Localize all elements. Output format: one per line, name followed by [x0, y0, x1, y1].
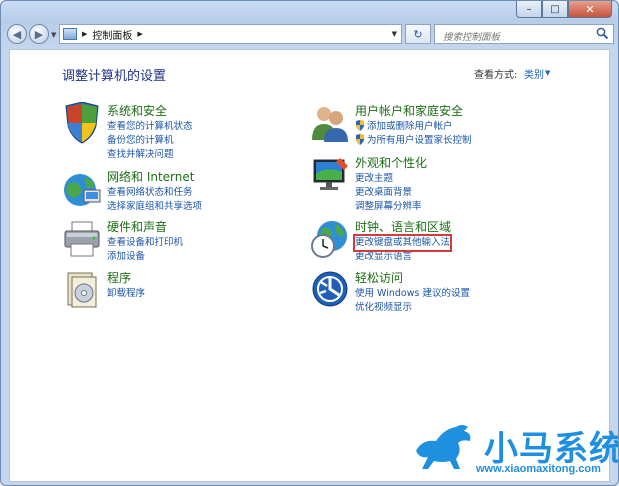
category-title-network-internet[interactable]: 网络和 Internet — [107, 168, 194, 185]
link-adjust-resolution[interactable]: 调整屏幕分辨率 — [355, 200, 422, 214]
category-links: 卸载程序 — [107, 287, 145, 301]
breadcrumb-separator-icon[interactable]: ▶ — [137, 30, 142, 38]
category-links: 查看设备和打印机 添加设备 — [107, 236, 183, 264]
maximize-button[interactable]: □ — [542, 1, 568, 18]
link-change-theme[interactable]: 更改主题 — [355, 172, 422, 186]
watermark: 小马系统 www.xiaomaxitong.com — [412, 415, 618, 485]
address-dropdown-icon[interactable]: ▼ — [392, 30, 397, 38]
recent-pages-dropdown[interactable]: ▼ — [51, 31, 56, 39]
control-panel-icon — [63, 28, 77, 40]
link-change-desktop-background[interactable]: 更改桌面背景 — [355, 186, 422, 200]
link-uninstall-program[interactable]: 卸载程序 — [107, 287, 145, 301]
category-links: 更改键盘或其他输入法 更改显示语言 — [352, 234, 453, 264]
close-button[interactable]: ✕ — [568, 1, 612, 18]
link-recommended-settings[interactable]: 使用 Windows 建议的设置 — [355, 287, 470, 301]
link-add-device[interactable]: 添加设备 — [107, 250, 183, 264]
link-change-display-language[interactable]: 更改显示语言 — [355, 250, 450, 264]
breadcrumb-control-panel[interactable]: 控制面板 — [92, 27, 132, 42]
clock-globe-icon[interactable] — [310, 218, 350, 260]
view-by-dropdown-arrow-icon[interactable]: ▼ — [545, 69, 550, 77]
link-text: 添加或删除用户帐户 — [367, 121, 453, 132]
programs-icon[interactable] — [62, 269, 102, 311]
minimize-button[interactable]: – — [516, 1, 542, 18]
link-view-computer-status[interactable]: 查看您的计算机状态 — [107, 120, 193, 134]
breadcrumb-separator-icon[interactable]: ▶ — [82, 30, 87, 38]
back-button[interactable]: ◀ — [7, 24, 27, 44]
category-links: 添加或删除用户帐户 为所有用户设置家长控制 — [355, 120, 472, 148]
category-links: 使用 Windows 建议的设置 优化视频显示 — [355, 287, 470, 315]
uac-shield-icon — [356, 120, 364, 131]
printer-icon[interactable] — [62, 218, 102, 260]
category-title-ease-of-access[interactable]: 轻松访问 — [355, 269, 403, 286]
title-bar: – □ ✕ — [1, 1, 618, 21]
view-by-dropdown[interactable]: 类别 — [524, 66, 544, 81]
refresh-icon: ↻ — [413, 27, 423, 41]
link-change-keyboard-input[interactable]: 更改键盘或其他输入法 — [352, 234, 453, 252]
ease-of-access-icon[interactable] — [310, 269, 350, 311]
back-arrow-icon: ◀ — [12, 27, 22, 41]
view-by-label: 查看方式: — [474, 70, 518, 81]
link-add-remove-accounts[interactable]: 添加或删除用户帐户 — [355, 120, 472, 134]
category-title-system-security[interactable]: 系统和安全 — [107, 102, 167, 119]
category-links: 更改主题 更改桌面背景 调整屏幕分辨率 — [355, 172, 422, 214]
search-box[interactable] — [434, 24, 614, 47]
navigation-bar: ◀ ▶ ▼ ▶ 控制面板 ▶ ▼ ↻ — [1, 21, 618, 49]
page-title: 调整计算机的设置 — [62, 69, 167, 84]
category-title-appearance[interactable]: 外观和个性化 — [355, 154, 427, 171]
uac-shield-icon — [356, 134, 364, 145]
link-text: 为所有用户设置家长控制 — [367, 135, 472, 146]
link-optimize-video[interactable]: 优化视频显示 — [355, 301, 470, 315]
control-panel-window: – □ ✕ ◀ ▶ ▼ ▶ 控制面板 ▶ ▼ ↻ 调整计算机的设置 查看方式: … — [0, 0, 619, 486]
users-icon[interactable] — [310, 102, 350, 144]
horse-logo-icon — [416, 425, 471, 469]
link-parental-controls[interactable]: 为所有用户设置家长控制 — [355, 134, 472, 148]
search-input[interactable] — [441, 28, 595, 47]
search-icon[interactable] — [596, 27, 609, 40]
category-title-user-accounts[interactable]: 用户帐户和家庭安全 — [355, 102, 463, 119]
category-title-clock-language-region[interactable]: 时钟、语言和区域 — [355, 218, 451, 235]
link-backup-computer[interactable]: 备份您的计算机 — [107, 134, 193, 148]
system-security-icon[interactable] — [62, 102, 102, 144]
watermark-url: www.xiaomaxitong.com — [476, 463, 601, 475]
refresh-button[interactable]: ↻ — [405, 24, 431, 44]
category-title-programs[interactable]: 程序 — [107, 269, 131, 286]
link-homegroup-sharing[interactable]: 选择家庭组和共享选项 — [107, 200, 202, 214]
link-find-fix-problems[interactable]: 查找并解决问题 — [107, 148, 193, 162]
category-links: 查看您的计算机状态 备份您的计算机 查找并解决问题 — [107, 120, 193, 162]
forward-arrow-icon: ▶ — [34, 27, 44, 41]
link-view-devices-printers[interactable]: 查看设备和打印机 — [107, 236, 183, 250]
address-bar[interactable]: ▶ 控制面板 ▶ ▼ — [59, 24, 402, 44]
forward-button[interactable]: ▶ — [29, 24, 49, 44]
link-view-network-status[interactable]: 查看网络状态和任务 — [107, 186, 202, 200]
category-title-hardware-sound[interactable]: 硬件和声音 — [107, 218, 167, 235]
category-links: 查看网络状态和任务 选择家庭组和共享选项 — [107, 186, 202, 214]
network-icon[interactable] — [62, 168, 102, 210]
appearance-icon[interactable] — [310, 154, 350, 196]
caption-buttons: – □ ✕ — [516, 1, 612, 19]
